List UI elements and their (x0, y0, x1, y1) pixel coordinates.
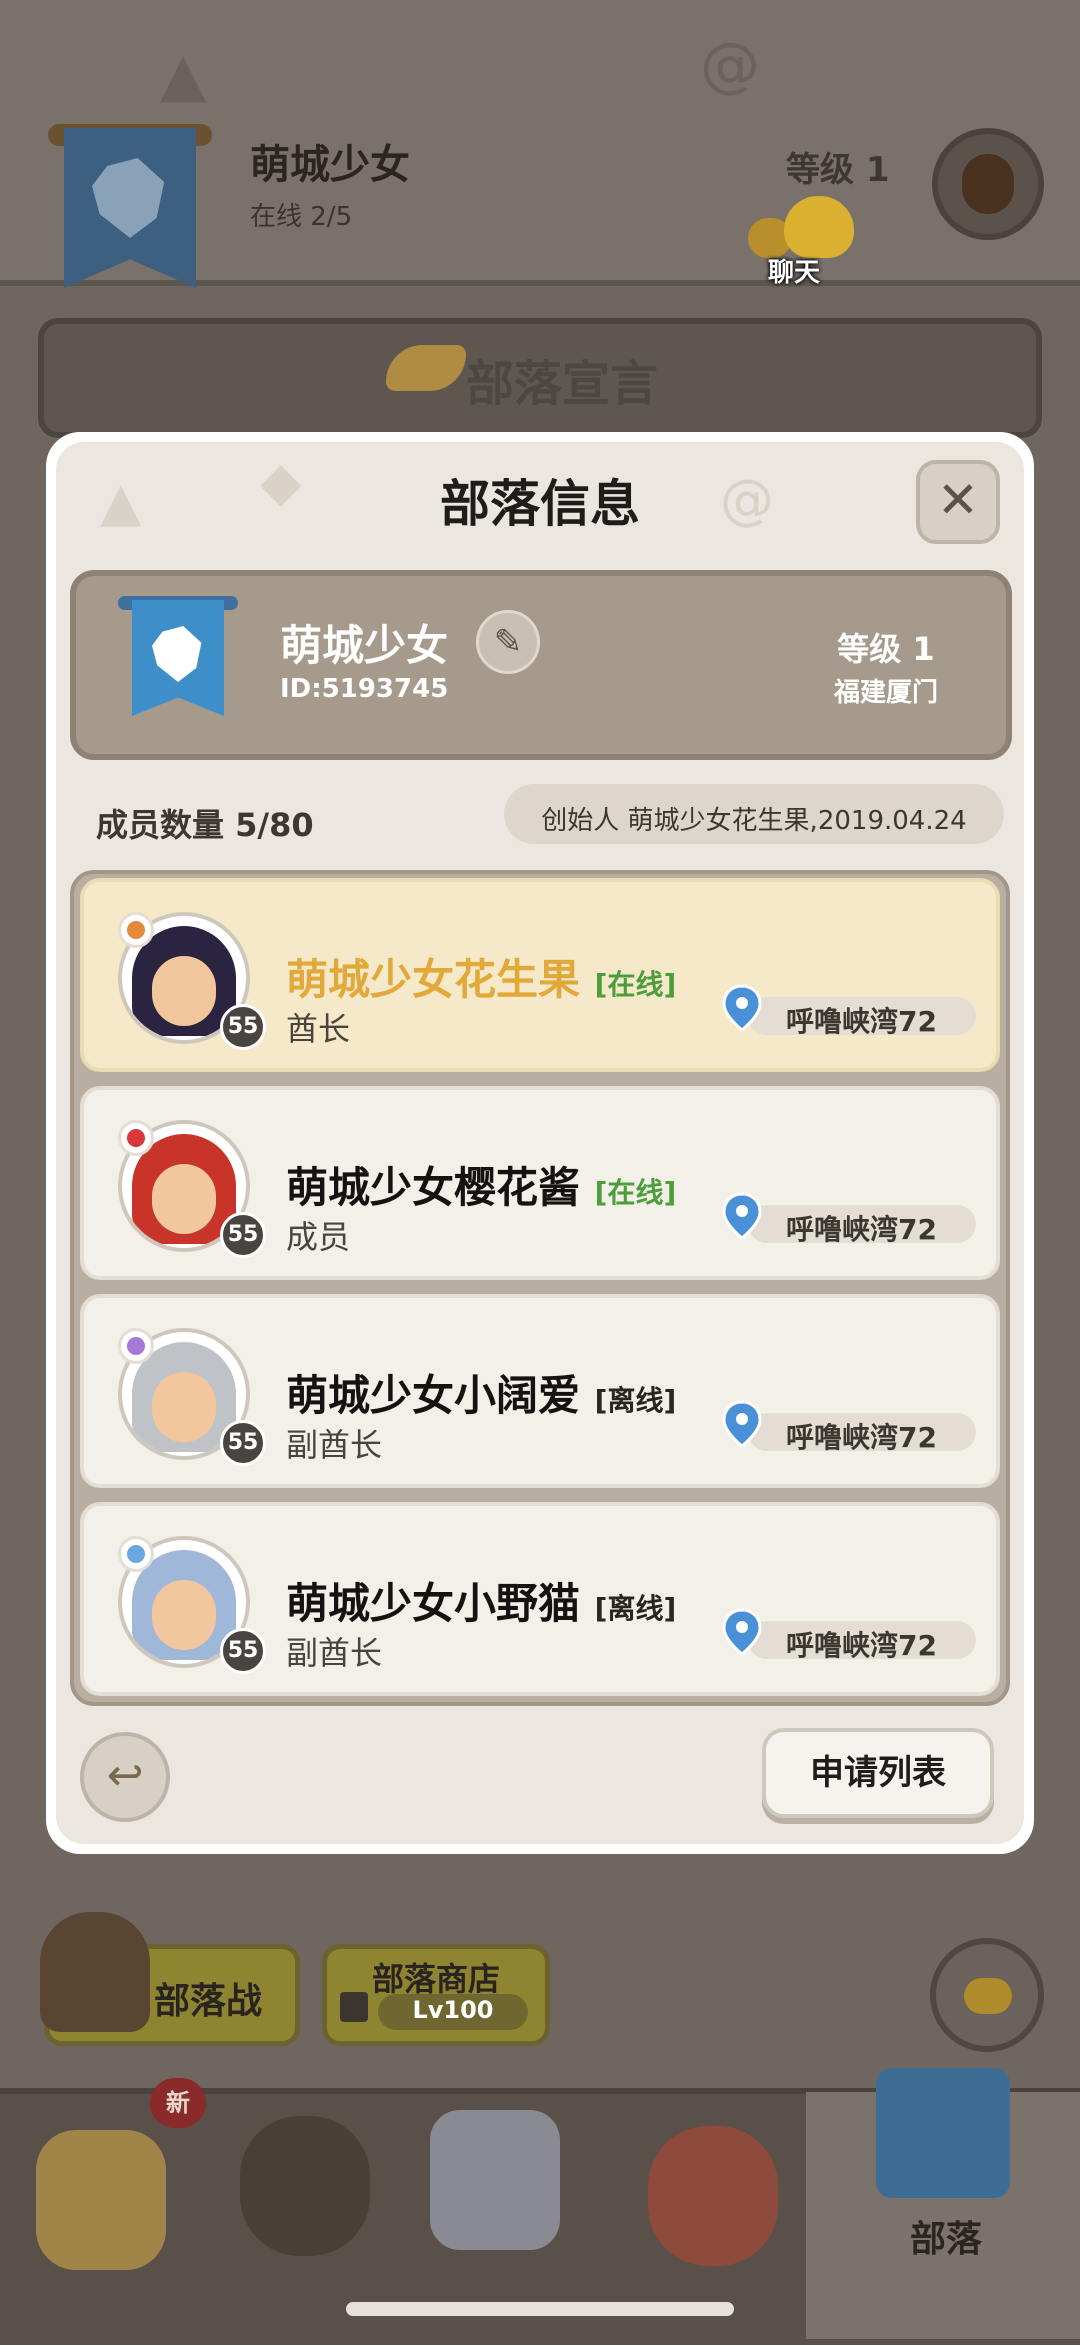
online-status: [在线] (594, 968, 677, 1001)
face-shape (152, 1164, 216, 1234)
new-badge: 新 (150, 2078, 206, 2128)
member-location: 呼噜峡湾72 (786, 1213, 937, 1246)
tribe-name: 萌城少女 (250, 142, 410, 188)
shop-level-requirement: Lv100 (412, 1996, 494, 2024)
chat-label[interactable]: 聊天 (768, 252, 820, 289)
face-shape (152, 1372, 216, 1442)
online-status: [在线] (594, 1176, 677, 1209)
nav-tribe-icon[interactable] (876, 2068, 1010, 2198)
location-pin-icon (722, 1400, 762, 1448)
player-avatar-button[interactable] (932, 128, 1044, 240)
chat-icon (964, 1978, 1012, 2014)
nav-pet-icon[interactable] (648, 2126, 778, 2266)
location-pin-icon (722, 984, 762, 1032)
level-badge: 55 (220, 1628, 266, 1674)
card-tribe-level: 等级 1 (837, 630, 935, 668)
tribe-war-label[interactable]: 部落战 (154, 1972, 262, 2024)
chat-round-button[interactable] (930, 1938, 1044, 2052)
deputy-role-icon (118, 1536, 154, 1572)
home-indicator[interactable] (346, 2302, 734, 2316)
offline-status: [离线] (594, 1592, 677, 1625)
offline-status: [离线] (594, 1384, 677, 1417)
nav-tribe-label[interactable]: 部落 (910, 2210, 982, 2262)
member-role: 酋长 (286, 1010, 351, 1048)
member-role: 副酋长 (286, 1634, 383, 1672)
leave-tribe-button[interactable]: ↩ (80, 1732, 170, 1822)
member-location: 呼噜峡湾72 (786, 1005, 937, 1038)
nav-weapons-icon[interactable] (430, 2110, 560, 2250)
member-name: 萌城少女花生果 [在线] (286, 946, 676, 1007)
monkey-avatar-icon (962, 154, 1014, 214)
close-button[interactable]: ✕ (916, 460, 1000, 544)
member-count: 成员数量 5/80 (96, 806, 314, 844)
member-role: 成员 (286, 1218, 351, 1256)
tribe-level: 等级 1 (786, 150, 890, 190)
member-name-text: 萌城少女花生果 (286, 955, 581, 1004)
tribe-id: ID:5193745 (280, 674, 449, 704)
pencil-icon: ✎ (493, 622, 523, 662)
member-name: 萌城少女小野猫 [离线] (286, 1570, 676, 1631)
founder-info: 创始人 萌城少女花生果,2019.04.24 (541, 806, 967, 836)
member-role-icon (118, 1120, 154, 1156)
tribe-region: 福建厦门 (833, 678, 938, 708)
edit-name-button[interactable]: ✎ (476, 610, 540, 674)
nav-hut-icon[interactable] (36, 2130, 166, 2270)
manifesto-title: 部落宣言 (466, 356, 659, 412)
level-badge: 55 (220, 1004, 266, 1050)
member-location: 呼噜峡湾72 (786, 1629, 937, 1662)
lock-icon (340, 1992, 368, 2022)
exit-arrow-icon: ↩ (106, 1750, 144, 1801)
member-role: 副酋长 (286, 1426, 383, 1464)
member-name: 萌城少女小阔爱 [离线] (286, 1362, 676, 1423)
level-badge: 55 (220, 1212, 266, 1258)
chat-bubble-icon[interactable] (784, 196, 854, 258)
tribe-emblem-icon (92, 158, 165, 238)
modal-title: 部落信息 (440, 475, 640, 533)
location-pin-icon (722, 1608, 762, 1656)
member-location: 呼噜峡湾72 (786, 1421, 937, 1454)
caveman-icon (40, 1912, 150, 2032)
member-name-text: 萌城少女小阔爱 (286, 1371, 581, 1420)
tribe-emblem-icon (152, 626, 202, 682)
apply-list-button[interactable]: 申请列表 (762, 1728, 994, 1818)
stone-decoration-icon: ▲ (160, 40, 207, 110)
member-name-text: 萌城少女小野猫 (286, 1579, 581, 1628)
nav-character-icon[interactable] (240, 2116, 370, 2256)
location-pin-icon (722, 1192, 762, 1240)
online-count: 在线 2/5 (250, 202, 353, 232)
swirl-decoration-icon: @ (700, 30, 760, 100)
chief-role-icon (118, 912, 154, 948)
member-name: 萌城少女樱花酱 [在线] (286, 1154, 676, 1215)
face-shape (152, 956, 216, 1026)
face-shape (152, 1580, 216, 1650)
card-tribe-name: 萌城少女 (280, 621, 449, 670)
level-badge: 55 (220, 1420, 266, 1466)
member-name-text: 萌城少女樱花酱 (286, 1163, 581, 1212)
deputy-role-icon (118, 1328, 154, 1364)
